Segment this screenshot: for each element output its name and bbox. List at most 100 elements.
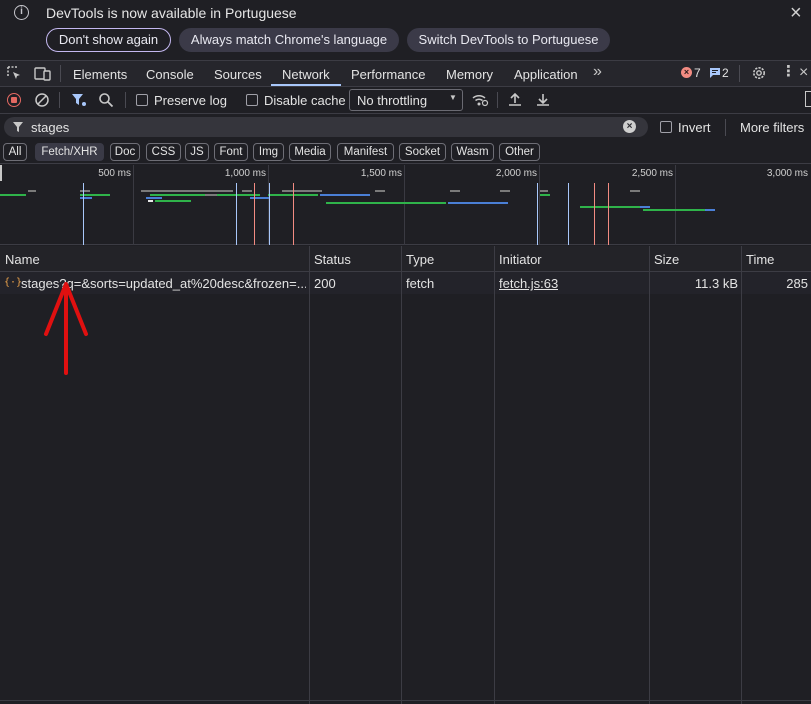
tab-elements[interactable]: Elements: [73, 67, 127, 82]
type-filter-wasm[interactable]: Wasm: [451, 143, 494, 161]
overview-bar: [705, 209, 715, 211]
error-icon[interactable]: ×: [681, 67, 692, 78]
column-divider: [649, 246, 650, 704]
type-filter-all[interactable]: All: [3, 143, 27, 161]
close-devtools-icon[interactable]: ×: [799, 64, 808, 82]
dom-content-loaded-line: [568, 183, 569, 245]
filter-input-value: stages: [31, 120, 70, 135]
annotation-arrow-icon: [44, 282, 88, 375]
overview-bar: [540, 190, 548, 192]
column-divider: [309, 246, 310, 704]
tab-performance[interactable]: Performance: [351, 67, 425, 82]
timeline-tick-label: 3,000 ms: [766, 168, 808, 179]
record-icon[interactable]: [7, 93, 21, 107]
overview-bar: [448, 202, 508, 204]
disable-cache-label: Disable cache: [264, 93, 346, 108]
overview-gridline: [133, 165, 134, 245]
tab-console[interactable]: Console: [146, 67, 194, 82]
overview-bar: [205, 194, 217, 196]
tabs-separator: [60, 65, 61, 82]
column-header-type[interactable]: Type: [406, 252, 434, 267]
type-filter-other[interactable]: Other: [499, 143, 540, 161]
toolbar-separator-2: [125, 92, 126, 108]
timeline-tick-label: 2,500 ms: [631, 168, 673, 179]
tab-application[interactable]: Application: [514, 67, 578, 82]
overview-bar: [80, 194, 110, 196]
match-chrome-language-button[interactable]: Always match Chrome's language: [179, 28, 399, 52]
type-filter-manifest[interactable]: Manifest: [337, 143, 394, 161]
overview-gridline: [539, 165, 540, 245]
settings-gear-icon[interactable]: [751, 65, 767, 81]
search-icon[interactable]: [98, 92, 114, 108]
load-event-line: [293, 183, 294, 245]
preserve-log-label: Preserve log: [154, 93, 227, 108]
more-filters-button[interactable]: More filters: [740, 120, 804, 135]
overview-bar: [326, 202, 446, 204]
overview-gridline: [404, 165, 405, 245]
overview-bar: [28, 190, 36, 192]
column-header-size[interactable]: Size: [654, 252, 679, 267]
overview-bar: [450, 190, 460, 192]
tab-memory[interactable]: Memory: [446, 67, 493, 82]
overview-bar: [580, 206, 642, 208]
type-filter-img[interactable]: Img: [253, 143, 284, 161]
overview-bar: [630, 190, 640, 192]
request-initiator-link[interactable]: fetch.js:63: [499, 276, 558, 291]
type-filter-css[interactable]: CSS: [146, 143, 181, 161]
disable-cache-checkbox[interactable]: [246, 94, 258, 106]
preserve-log-checkbox[interactable]: [136, 94, 148, 106]
overview-bar: [80, 197, 92, 199]
overview-bar: [141, 190, 233, 192]
overview-bar: [242, 190, 252, 192]
error-count[interactable]: 7: [694, 66, 701, 80]
overview-bar: [146, 197, 162, 199]
type-filter-fetch-xhr[interactable]: Fetch/XHR: [35, 143, 104, 161]
column-header-time[interactable]: Time: [746, 252, 774, 267]
tab-network[interactable]: Network: [282, 67, 330, 82]
filter-icon[interactable]: [71, 92, 87, 108]
overview-bar: [640, 206, 650, 208]
message-icon[interactable]: [709, 67, 721, 79]
type-filter-socket[interactable]: Socket: [399, 143, 446, 161]
overview-start-marker: [0, 165, 2, 181]
more-options-icon[interactable]: ⋮: [781, 63, 796, 81]
filter-input[interactable]: [4, 117, 648, 137]
overview-bar: [540, 194, 550, 196]
overview-bar: [643, 209, 705, 211]
bottom-border: [0, 700, 811, 701]
column-header-status[interactable]: Status: [314, 252, 351, 267]
panel-overflow-icon[interactable]: [805, 91, 811, 107]
type-filter-doc[interactable]: Doc: [110, 143, 140, 161]
clear-log-icon[interactable]: [34, 92, 50, 108]
dom-content-loaded-line: [236, 183, 237, 245]
tab-sources[interactable]: Sources: [214, 67, 262, 82]
close-icon[interactable]: ×: [790, 2, 802, 25]
toolbar-separator: [59, 92, 60, 108]
network-conditions-icon[interactable]: [471, 92, 489, 108]
filter-separator: [725, 119, 726, 136]
request-time: 285: [786, 276, 808, 291]
export-har-icon[interactable]: [536, 92, 550, 107]
column-header-name[interactable]: Name: [5, 252, 40, 267]
inspect-element-icon[interactable]: [7, 66, 22, 81]
invert-checkbox[interactable]: [660, 121, 672, 133]
switch-to-portuguese-button[interactable]: Switch DevTools to Portuguese: [407, 28, 610, 52]
request-size: 11.3 kB: [694, 276, 738, 291]
column-divider: [401, 246, 402, 704]
overview-bar: [155, 200, 191, 202]
clear-filter-icon[interactable]: ×: [623, 120, 636, 133]
dont-show-again-button[interactable]: Don't show again: [46, 28, 171, 52]
type-filter-font[interactable]: Font: [214, 143, 248, 161]
overview-bar: [0, 194, 26, 196]
more-tabs-icon[interactable]: »: [593, 63, 602, 81]
import-har-icon[interactable]: [508, 92, 522, 107]
load-event-line: [608, 183, 609, 245]
column-divider: [741, 246, 742, 704]
column-header-initiator[interactable]: Initiator: [499, 252, 542, 267]
dropdown-arrow-icon: ▼: [449, 93, 457, 102]
type-filter-media[interactable]: Media: [289, 143, 331, 161]
type-filter-js[interactable]: JS: [185, 143, 209, 161]
message-count[interactable]: 2: [722, 66, 729, 80]
device-toolbar-icon[interactable]: [34, 66, 51, 81]
request-type: fetch: [406, 276, 435, 291]
